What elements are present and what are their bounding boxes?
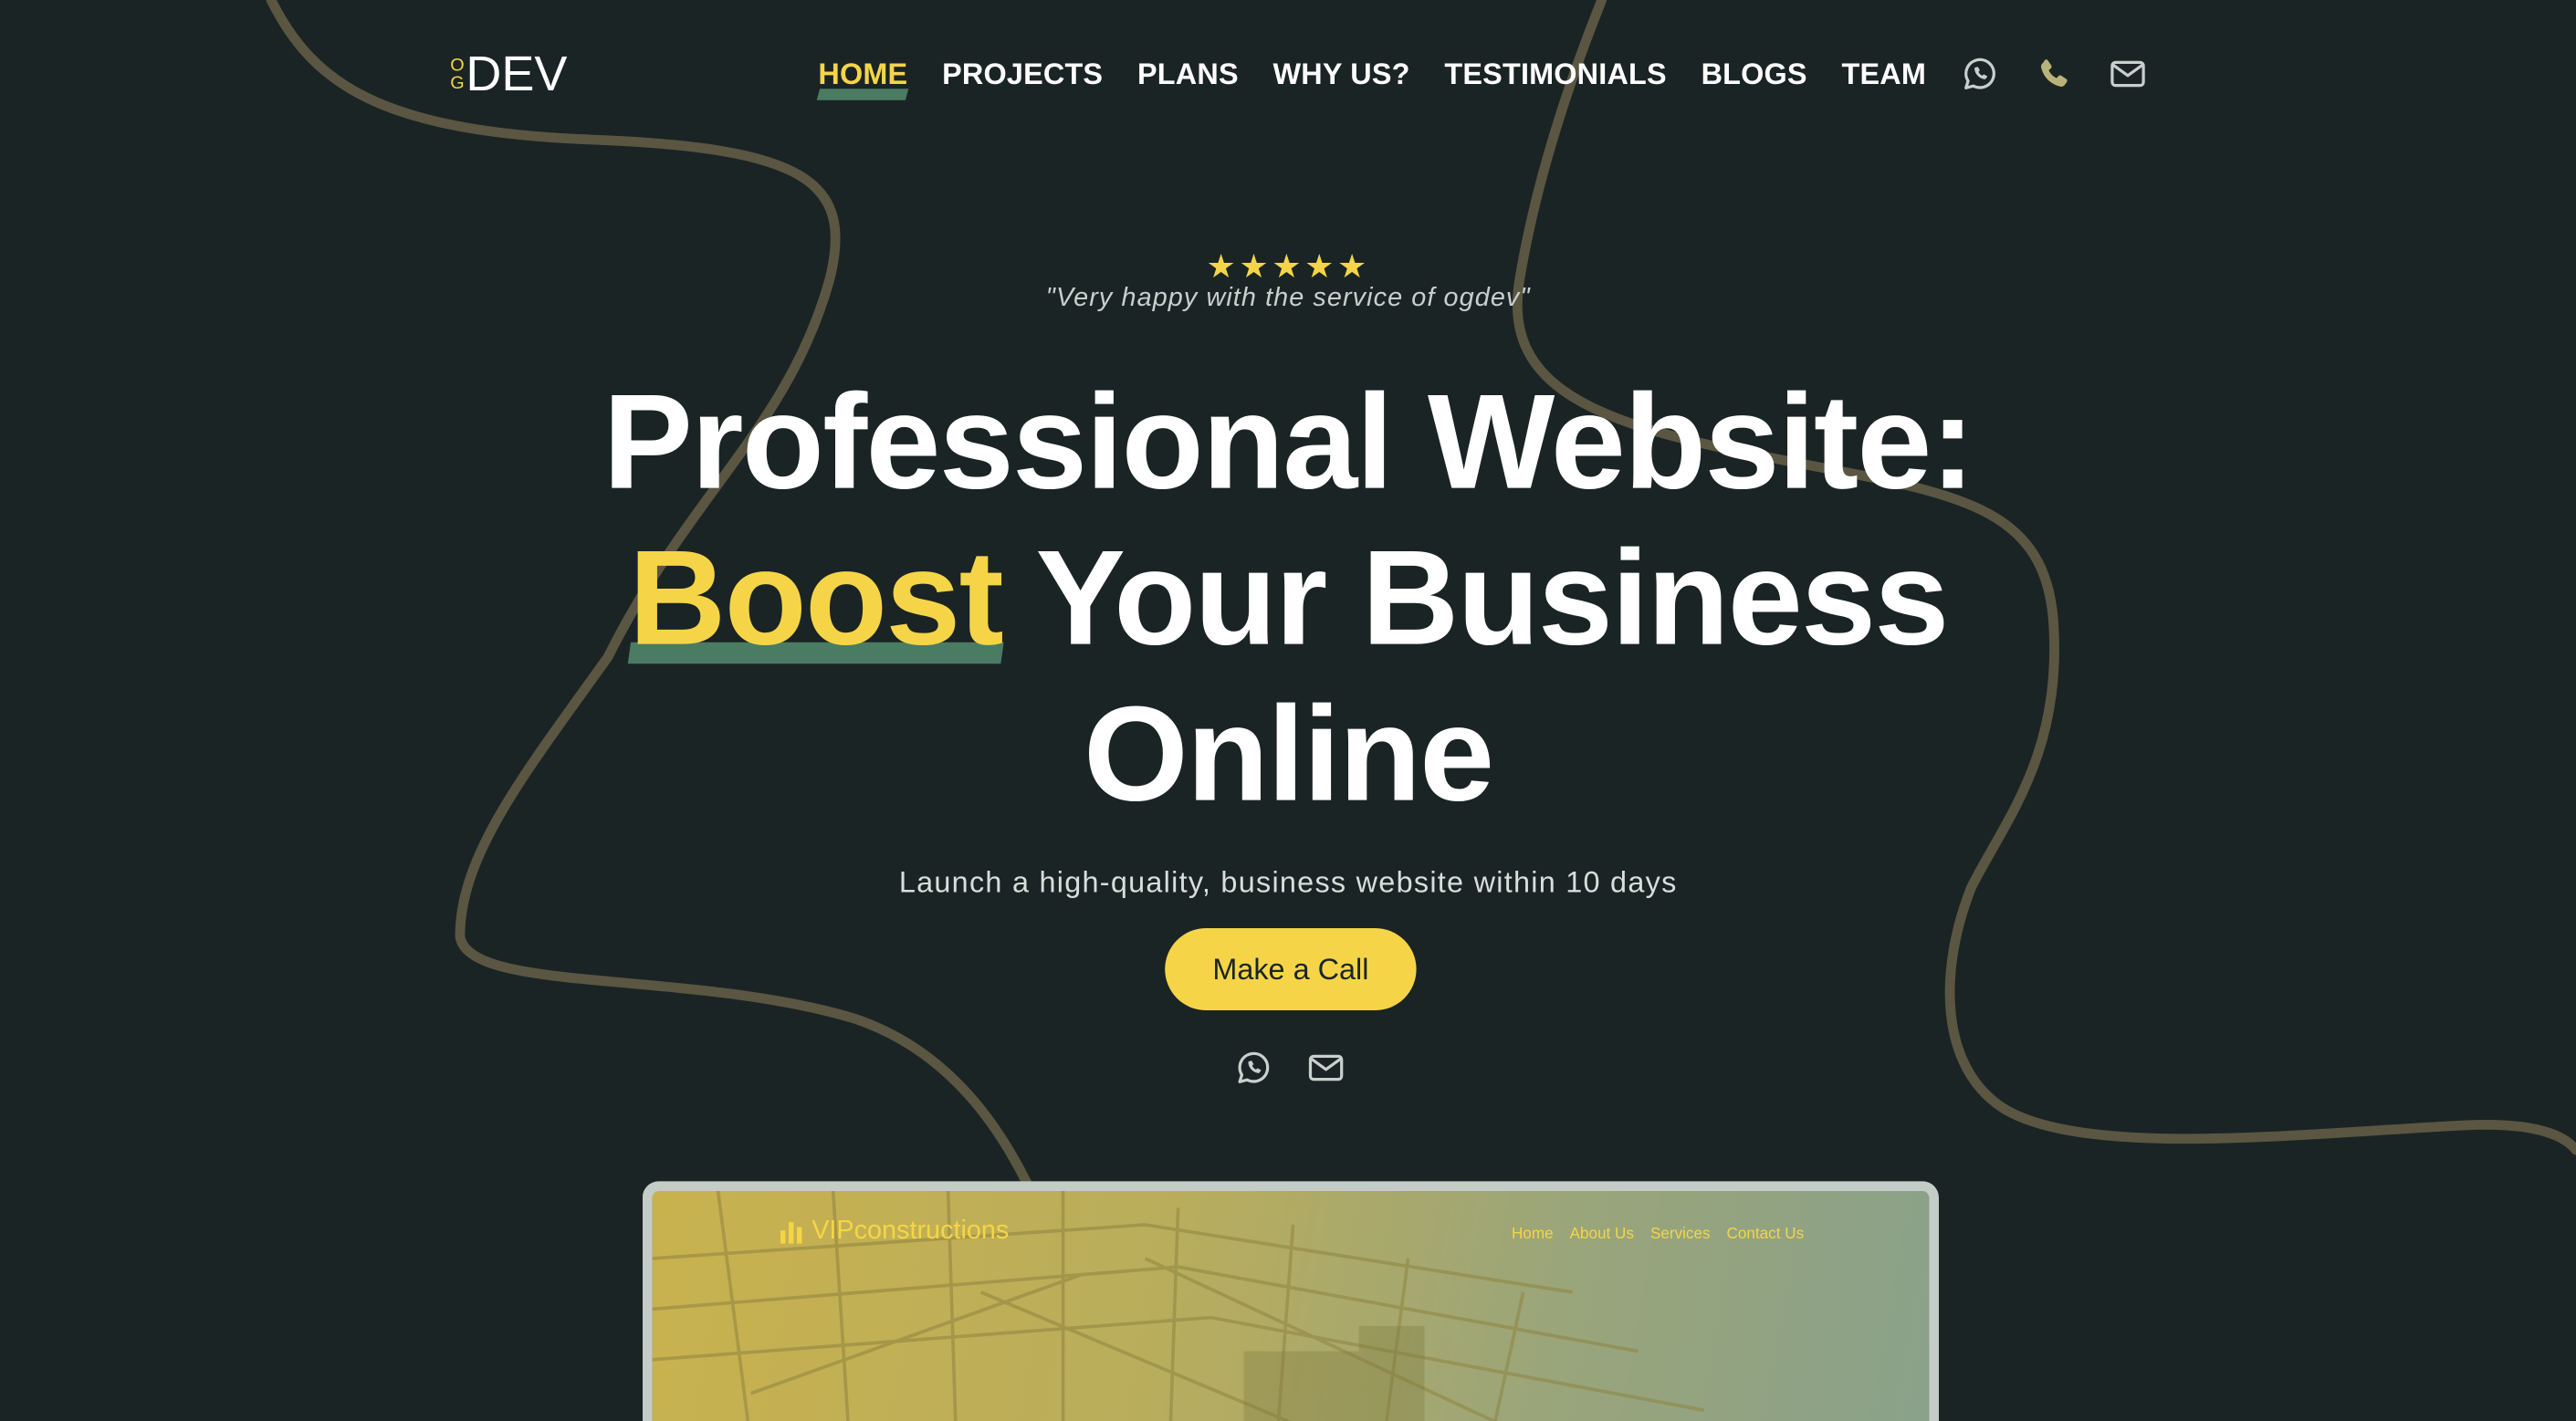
hero-headline: Professional Website: Boost Your Busines… — [0, 365, 2576, 833]
logo-dev-text: DEV — [466, 47, 568, 102]
phone-icon[interactable] — [2035, 54, 2074, 93]
preview-nav-home[interactable]: Home — [1512, 1226, 1554, 1244]
page: O G DEV HOME PROJECTS PLANS WHY US? TEST… — [0, 0, 2576, 1421]
preview-brand-name: VIPconstructions — [812, 1217, 1010, 1246]
building-icon — [780, 1221, 802, 1243]
preview-nav-about-us[interactable]: About Us — [1570, 1226, 1634, 1244]
logo-og-top: O — [450, 56, 465, 76]
preview-brand: VIPconstructions — [780, 1217, 1009, 1247]
preview-nav: Home About Us Services Contact Us — [1512, 1226, 1804, 1244]
logo-og-mark: O G — [450, 57, 464, 94]
headline-highlight: Boost — [628, 521, 1004, 677]
nav-testimonials[interactable]: TESTIMONIALS — [1444, 57, 1666, 91]
whatsapp-icon[interactable] — [1234, 1048, 1273, 1087]
rating-stars: ★★★★★ — [1206, 249, 1370, 287]
stage: O G DEV HOME PROJECTS PLANS WHY US? TEST… — [0, 0, 2576, 1421]
whatsapp-icon[interactable] — [1961, 54, 2000, 93]
hero-subtitle: Launch a high-quality, business website … — [898, 865, 1678, 899]
nav-projects[interactable]: PROJECTS — [942, 57, 1103, 91]
nav-plans[interactable]: PLANS — [1137, 57, 1239, 91]
main-nav: HOME PROJECTS PLANS WHY US? TESTIMONIALS… — [818, 54, 2148, 93]
nav-blogs[interactable]: BLOGS — [1702, 57, 1807, 91]
website-preview-frame[interactable]: VIPconstructions Home About Us Services … — [642, 1181, 1939, 1421]
headline-line-1: Professional Website: — [602, 368, 1974, 517]
nav-team[interactable]: TEAM — [1842, 57, 1927, 91]
testimonial-quote: "Very happy with the service of ogdev" — [1045, 284, 1531, 312]
preview-nav-contact-us[interactable]: Contact Us — [1727, 1226, 1805, 1244]
nav-why-us[interactable]: WHY US? — [1273, 57, 1410, 91]
ogdev-logo[interactable]: O G DEV — [450, 49, 567, 102]
make-a-call-button[interactable]: Make a Call — [1165, 928, 1417, 1010]
headline-line-3: Online — [1083, 680, 1494, 830]
mail-icon[interactable] — [2109, 54, 2148, 93]
hero-contact-icons — [1234, 1048, 1346, 1087]
logo-og-bottom: G — [450, 74, 465, 94]
headline-line-2-rest: Your Business — [1001, 524, 1949, 674]
mail-icon[interactable] — [1306, 1048, 1346, 1087]
nav-home[interactable]: HOME — [818, 57, 907, 91]
headline-highlight-text: Boost — [628, 524, 1004, 674]
preview-nav-services[interactable]: Services — [1650, 1226, 1711, 1244]
